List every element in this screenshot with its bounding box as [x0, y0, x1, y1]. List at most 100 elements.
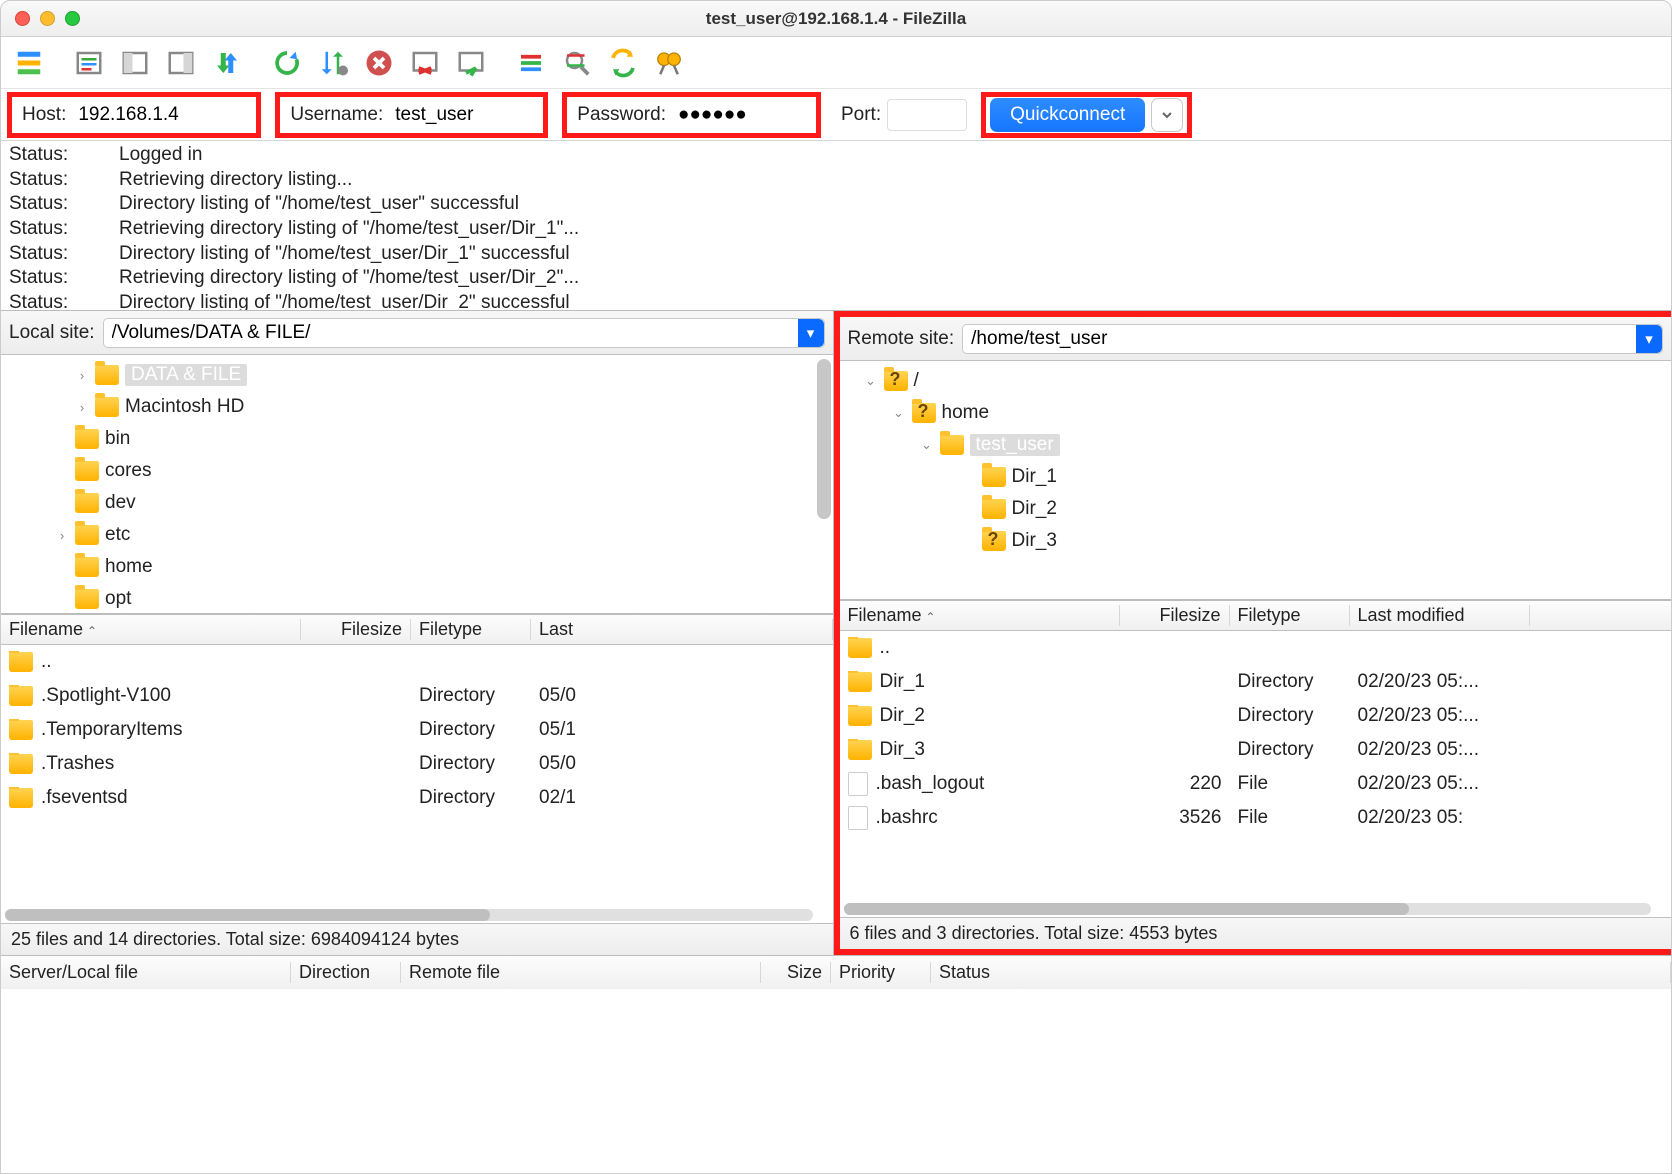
quickconnect-history-dropdown[interactable] [1151, 98, 1183, 132]
disclosure-triangle-icon[interactable]: › [75, 368, 89, 383]
local-site-input[interactable] [104, 320, 798, 346]
remote-file-list-header[interactable]: Filename⌃ Filesize Filetype Last modifie… [840, 601, 1672, 631]
remote-directory-tree[interactable]: ⌄/⌄home⌄test_userDir_1Dir_2 Dir_3 [840, 361, 1672, 601]
local-directory-tree[interactable]: ›DATA & FILE›Macintosh HDbin cores dev › etc… [1, 355, 833, 615]
toggle-queue-icon[interactable] [209, 45, 245, 81]
remote-file-list[interactable]: ..Dir_1Directory02/20/23 05:...Dir_2Dire… [840, 631, 1672, 917]
tree-item[interactable]: ⌄home [844, 397, 1668, 429]
column-priority[interactable]: Priority [831, 962, 931, 983]
disclosure-triangle-icon[interactable]: ⌄ [864, 373, 878, 389]
file-row[interactable]: Dir_2Directory02/20/23 05:... [840, 699, 1672, 733]
scrollbar-thumb[interactable] [817, 359, 831, 519]
port-input[interactable] [887, 99, 967, 131]
local-file-list[interactable]: ...Spotlight-V100Directory05/0.Temporary… [1, 645, 833, 923]
username-input[interactable] [389, 100, 539, 130]
file-row[interactable]: Dir_1Directory02/20/23 05:... [840, 665, 1672, 699]
message-log[interactable]: Status:Logged inStatus:Retrieving direct… [1, 141, 1671, 311]
quickconnect-button[interactable]: Quickconnect [990, 98, 1145, 132]
folder-icon [848, 740, 872, 760]
file-name: Dir_1 [880, 671, 925, 693]
password-input[interactable] [672, 100, 812, 130]
file-row[interactable]: .bash_logout220File02/20/23 05:... [840, 767, 1672, 801]
column-last-modified[interactable]: Last modified [1350, 605, 1530, 626]
column-filesize[interactable]: Filesize [1120, 605, 1230, 626]
file-modified: 02/20/23 05:... [1350, 671, 1530, 693]
tree-item[interactable]: ›Macintosh HD [5, 391, 829, 423]
chevron-down-icon[interactable]: ▾ [1636, 325, 1662, 353]
disclosure-triangle-icon[interactable]: › [75, 400, 89, 415]
toggle-local-tree-icon[interactable] [117, 45, 153, 81]
disclosure-triangle-icon[interactable]: ⌄ [892, 405, 906, 421]
file-row[interactable]: .fseventsdDirectory02/1 [1, 781, 833, 815]
tree-item[interactable]: bin [5, 423, 829, 455]
cancel-icon[interactable] [361, 45, 397, 81]
local-file-list-header[interactable]: Filename⌃ Filesize Filetype Last [1, 615, 833, 645]
filter-icon[interactable] [513, 45, 549, 81]
column-server-local[interactable]: Server/Local file [1, 962, 291, 983]
tree-item-label: Dir_3 [1012, 530, 1057, 552]
file-row[interactable]: .Spotlight-V100Directory05/0 [1, 679, 833, 713]
tree-item[interactable]: › etc [5, 519, 829, 551]
remote-site-input[interactable] [963, 326, 1636, 352]
folder-icon [75, 557, 99, 577]
tree-item[interactable]: Dir_1 [844, 461, 1668, 493]
scrollbar-horizontal[interactable] [844, 903, 1652, 915]
tree-item[interactable]: ⌄test_user [844, 429, 1668, 461]
log-row: Status:Retrieving directory listing of "… [9, 217, 1663, 242]
column-last-modified[interactable]: Last [531, 619, 833, 640]
disclosure-triangle-icon[interactable]: ⌄ [920, 437, 934, 453]
tree-item[interactable]: cores [5, 455, 829, 487]
window-close-button[interactable] [15, 11, 30, 26]
reconnect-icon[interactable] [453, 45, 489, 81]
process-queue-icon[interactable] [315, 45, 351, 81]
disconnect-icon[interactable] [407, 45, 443, 81]
log-row: Status:Directory listing of "/home/test_… [9, 291, 1663, 311]
column-direction[interactable]: Direction [291, 962, 401, 983]
file-row[interactable]: .bashrc3526File02/20/23 05: [840, 801, 1672, 835]
host-input[interactable] [72, 100, 252, 130]
folder-icon [848, 672, 872, 692]
toggle-remote-tree-icon[interactable] [163, 45, 199, 81]
column-filetype[interactable]: Filetype [411, 619, 531, 640]
file-row[interactable]: Dir_3Directory02/20/23 05:... [840, 733, 1672, 767]
remote-site-combo[interactable]: ▾ [962, 324, 1663, 354]
directory-compare-icon[interactable] [559, 45, 595, 81]
scrollbar-horizontal[interactable] [5, 909, 813, 921]
file-modified: 02/20/23 05: [1350, 807, 1530, 829]
search-icon[interactable] [651, 45, 687, 81]
window-zoom-button[interactable] [65, 11, 80, 26]
tree-item[interactable]: opt [5, 583, 829, 615]
refresh-icon[interactable] [269, 45, 305, 81]
column-size[interactable]: Size [761, 962, 831, 983]
transfer-queue-header[interactable]: Server/Local file Direction Remote file … [1, 955, 1671, 989]
disclosure-triangle-icon[interactable]: › [55, 528, 69, 543]
tree-item[interactable]: Dir_3 [844, 525, 1668, 557]
column-status[interactable]: Status [931, 962, 1671, 983]
sync-browse-icon[interactable] [605, 45, 641, 81]
file-modified: 02/1 [531, 787, 833, 809]
tree-item-label: cores [105, 460, 151, 482]
column-remote-file[interactable]: Remote file [401, 962, 761, 983]
tree-item[interactable]: home [5, 551, 829, 583]
file-row[interactable]: .. [1, 645, 833, 679]
file-row[interactable]: .TemporaryItemsDirectory05/1 [1, 713, 833, 747]
column-filesize[interactable]: Filesize [301, 619, 411, 640]
tree-item[interactable]: ›DATA & FILE [5, 359, 829, 391]
site-manager-icon[interactable] [11, 45, 47, 81]
chevron-down-icon[interactable]: ▾ [798, 319, 824, 347]
file-row[interactable]: .. [840, 631, 1672, 665]
file-modified: 05/0 [531, 753, 833, 775]
host-group: Host: [7, 92, 261, 138]
file-row[interactable]: .TrashesDirectory05/0 [1, 747, 833, 781]
tree-item[interactable]: dev [5, 487, 829, 519]
tree-item[interactable]: Dir_2 [844, 493, 1668, 525]
tree-item-label: opt [105, 588, 131, 610]
column-filetype[interactable]: Filetype [1230, 605, 1350, 626]
toggle-log-icon[interactable] [71, 45, 107, 81]
file-modified: 02/20/23 05:... [1350, 773, 1530, 795]
file-name: Dir_2 [880, 705, 925, 727]
window-minimize-button[interactable] [40, 11, 55, 26]
tree-item[interactable]: ⌄/ [844, 365, 1668, 397]
tree-item-label: etc [105, 524, 130, 546]
local-site-combo[interactable]: ▾ [103, 318, 825, 348]
